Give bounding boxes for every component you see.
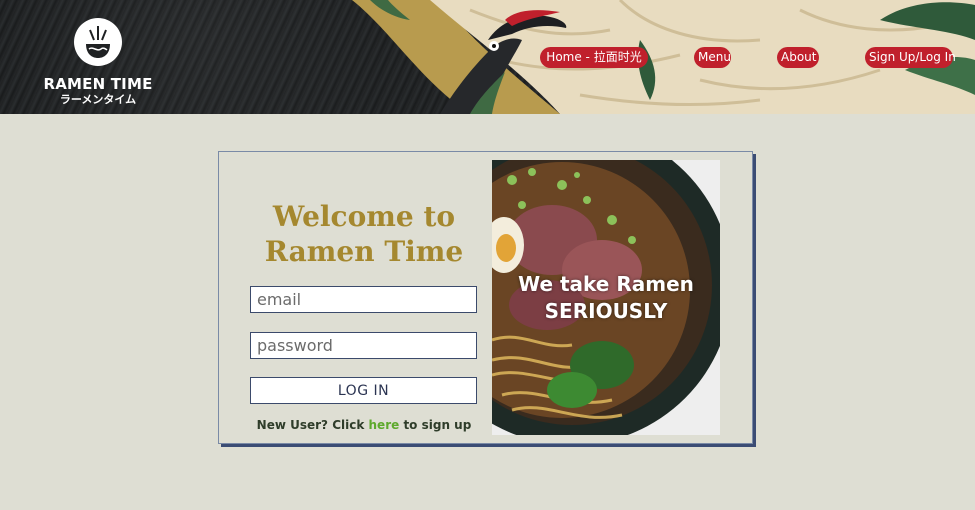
hero-tagline-line-2: SERIOUSLY [544,299,668,323]
ramen-bowl-logo-icon [74,18,122,66]
brand-subtitle: ラーメンタイム [59,93,137,106]
signup-prompt: New User? Click here to sign up [219,418,509,432]
nav-home-button[interactable]: Home - 拉面时光 [540,47,648,68]
nav-menu-button[interactable]: Menu [694,47,731,68]
email-field[interactable] [250,286,477,313]
signup-prompt-suffix: to sign up [399,418,472,432]
welcome-line-2: Ramen Time [264,235,464,268]
welcome-line-1: Welcome to [272,200,456,233]
nav-signup-login-button[interactable]: Sign Up/Log In [865,47,956,68]
hero-tagline-line-1: We take Ramen [518,272,694,296]
hero-tagline: We take Ramen SERIOUSLY [492,271,720,325]
signup-prompt-prefix: New User? Click [256,418,369,432]
password-field[interactable] [250,332,477,359]
login-button[interactable]: LOG IN [250,377,477,404]
signup-link[interactable]: here [369,418,400,432]
nav-about-button[interactable]: About [777,47,819,68]
brand-name: RAMEN TIME [43,75,153,93]
brand-logo[interactable]: RAMEN TIME ラーメンタイム [38,16,158,106]
site-header: RAMEN TIME ラーメンタイム Home - 拉面时光 Menu Abou… [0,0,975,114]
ramen-hero-image: We take Ramen SERIOUSLY [492,160,720,435]
login-card: Welcome to Ramen Time LOG IN New User? C… [218,151,753,444]
welcome-heading: Welcome to Ramen Time [219,199,509,269]
